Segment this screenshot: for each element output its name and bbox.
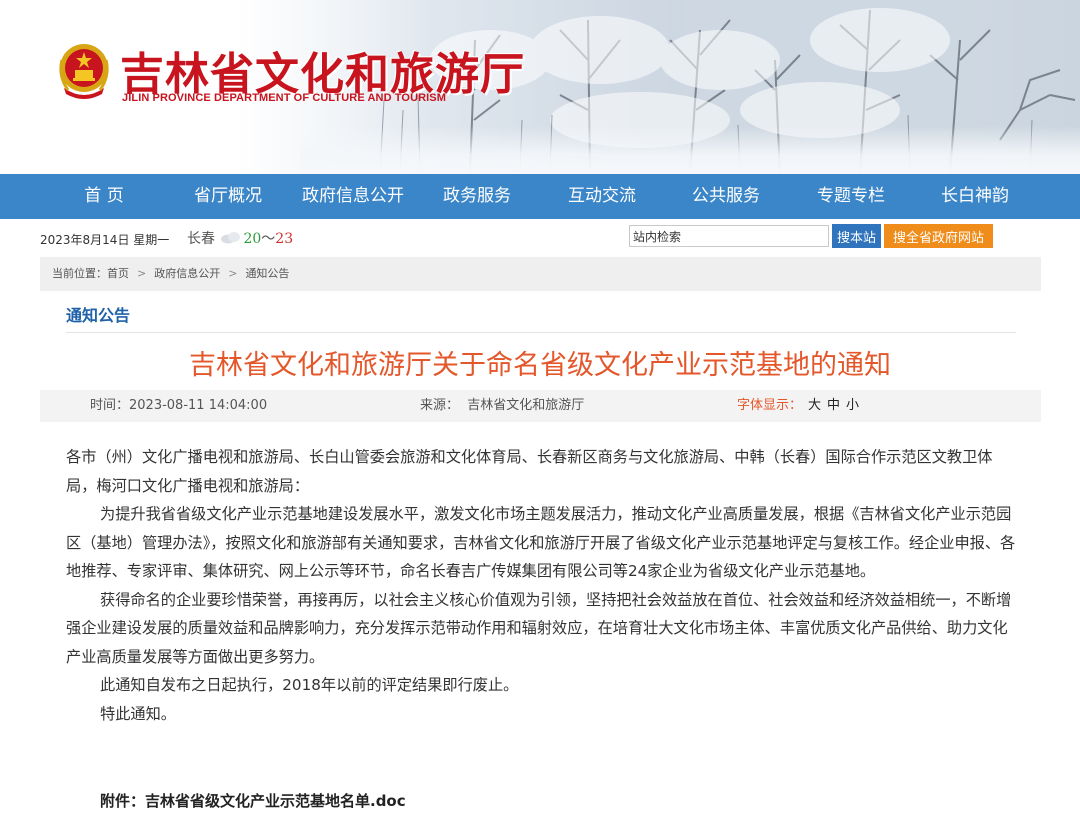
article-paragraph: 此通知自发布之日起执行，2018年以前的评定结果即行废止。 bbox=[100, 676, 519, 694]
temp-low: 20 bbox=[243, 231, 262, 247]
nav-item-info-disclosure[interactable]: 政府信息公开 bbox=[298, 174, 408, 219]
temp-separator: ～ bbox=[261, 231, 276, 247]
national-emblem-icon bbox=[59, 44, 109, 99]
publish-time: 时间：2023-08-11 14:04:00 bbox=[90, 390, 267, 422]
breadcrumb-prefix: 当前位置： bbox=[52, 267, 107, 280]
nav-item-special-topics[interactable]: 专题专栏 bbox=[814, 174, 888, 219]
attachment-link[interactable]: 附件：吉林省省级文化产业示范基地名单.doc bbox=[100, 790, 406, 811]
breadcrumb-separator: > bbox=[228, 267, 238, 280]
main-nav: 首 页 省厅概况 政府信息公开 政务服务 互动交流 公共服务 专题专栏 长白神韵 bbox=[0, 174, 1080, 219]
search-site-button[interactable]: 搜本站 bbox=[832, 224, 881, 248]
breadcrumb-separator: > bbox=[137, 267, 147, 280]
nav-item-interaction[interactable]: 互动交流 bbox=[565, 174, 639, 219]
article-salutation: 各市（州）文化广播电视和旅游局、长白山管委会旅游和文化体育局、长春新区商务与文化… bbox=[66, 448, 993, 495]
publish-time-value: 2023-08-11 14:04:00 bbox=[129, 398, 268, 413]
nav-item-overview[interactable]: 省厅概况 bbox=[190, 174, 266, 219]
font-size-medium[interactable]: 中 bbox=[827, 390, 840, 422]
source-value: 吉林省文化和旅游厅 bbox=[467, 398, 585, 413]
breadcrumb: 当前位置：首页 > 政府信息公开 > 通知公告 bbox=[40, 257, 1041, 291]
breadcrumb-info-disclosure[interactable]: 政府信息公开 bbox=[154, 267, 220, 280]
temp-high: 23 bbox=[275, 231, 294, 247]
source-label: 来源： bbox=[420, 398, 460, 413]
article-paragraph: 为提升我省省级文化产业示范基地建设发展水平，激发文化市场主题发展活力，推动文化产… bbox=[66, 505, 1016, 580]
cloud-icon bbox=[221, 232, 241, 244]
site-banner: 吉林省文化和旅游厅 JILIN PROVINCE DEPARTMENT OF C… bbox=[0, 0, 1080, 174]
search-gov-button[interactable]: 搜全省政府网站 bbox=[884, 224, 993, 248]
section-title: 通知公告 bbox=[66, 306, 131, 325]
weather-city: 长春 bbox=[187, 231, 215, 247]
nav-item-home[interactable]: 首 页 bbox=[78, 174, 130, 219]
site-search-input[interactable] bbox=[629, 225, 829, 247]
article-closing: 特此通知。 bbox=[100, 704, 176, 723]
publish-time-label: 时间： bbox=[90, 398, 130, 413]
article-meta: 时间：2023-08-11 14:04:00 来源： 吉林省文化和旅游厅 字体显… bbox=[40, 390, 1041, 422]
article-source: 来源： 吉林省文化和旅游厅 bbox=[420, 390, 584, 422]
font-size-label: 字体显示： bbox=[737, 398, 803, 413]
article-title: 吉林省文化和旅游厅关于命名省级文化产业示范基地的通知 bbox=[189, 350, 891, 381]
breadcrumb-notices[interactable]: 通知公告 bbox=[245, 267, 289, 280]
current-date: 2023年8月14日 星期一 bbox=[40, 233, 170, 247]
article-paragraph: 获得命名的企业要珍惜荣誉，再接再厉，以社会主义核心价值观为引领，坚持把社会效益放… bbox=[66, 590, 1012, 666]
site-subtitle: JILIN PROVINCE DEPARTMENT OF CULTURE AND… bbox=[122, 92, 447, 104]
weather-widget: 长春 20～23 bbox=[187, 228, 293, 248]
nav-item-gov-services[interactable]: 政务服务 bbox=[440, 174, 514, 219]
nav-item-changbai[interactable]: 长白神韵 bbox=[938, 174, 1012, 219]
breadcrumb-home[interactable]: 首页 bbox=[107, 267, 129, 280]
font-size-small[interactable]: 小 bbox=[846, 390, 859, 422]
snow-ground bbox=[300, 126, 1080, 174]
nav-item-public-services[interactable]: 公共服务 bbox=[689, 174, 763, 219]
font-size-large[interactable]: 大 bbox=[808, 390, 821, 422]
article-body: 各市（州）文化广播电视和旅游局、长白山管委会旅游和文化体育局、长春新区商务与文化… bbox=[66, 443, 1016, 728]
section-divider bbox=[66, 332, 1016, 333]
